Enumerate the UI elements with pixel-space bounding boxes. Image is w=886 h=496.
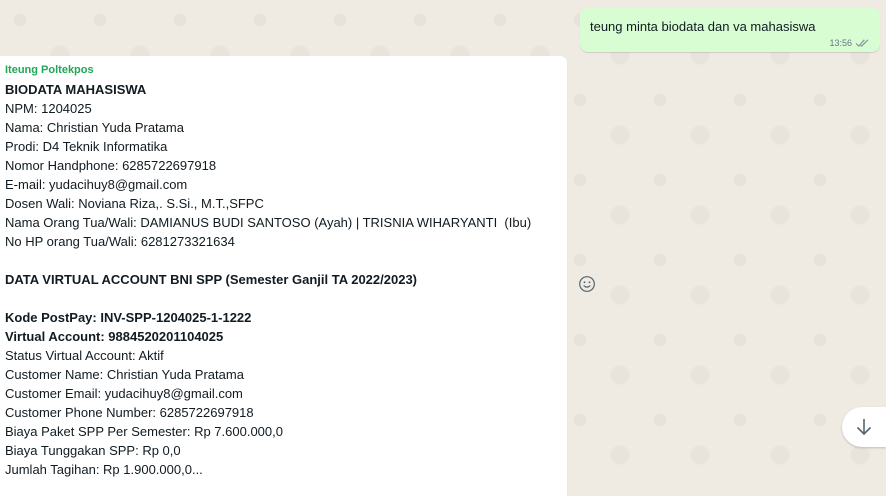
message-meta: 13:56 [829,38,870,48]
message-line: Biaya Paket SPP Per Semester: Rp 7.600.0… [5,424,283,439]
message-line: NPM: 1204025 [5,101,92,116]
arrow-down-icon [856,419,872,436]
sender-name: Iteung Poltekpos [5,64,94,76]
message-line: E-mail: yudacihuy8@gmail.com [5,177,188,192]
message-line: Customer Phone Number: 6285722697918 [5,405,254,420]
message-line: BIODATA MAHASISWA [5,82,147,97]
message-line: Biaya Tunggakan SPP: Rp 0,0 [5,443,181,458]
message-line: Customer Name: Christian Yuda Pratama [5,367,244,382]
outgoing-message-text: teung minta biodata dan va mahasiswa [589,19,816,34]
emoji-icon-glyph [579,276,595,292]
message-line: Jumlah Tagihan: Rp 1.900.000,0... [5,462,203,477]
message-line: Nama Orang Tua/Wali: DAMIANUS BUDI SANTO… [5,215,532,230]
message-line: Virtual Account: 9884520201104025 [5,329,224,344]
message-line: Status Virtual Account: Aktif [5,348,164,363]
emoji-icon[interactable] [578,275,596,293]
incoming-message[interactable]: Iteung Poltekpos BIODATA MAHASISWA NPM: … [0,56,567,496]
message-line: DATA VIRTUAL ACCOUNT BNI SPP (Semester G… [5,272,418,287]
message-time: 13:56 [829,38,852,48]
message-line: Nomor Handphone: 6285722697918 [5,158,217,173]
message-line: Prodi: D4 Teknik Informatika [5,139,168,154]
double-check-icon [855,39,869,48]
message-line: Dosen Wali: Noviana Riza,. S.Si., M.T.,S… [5,196,264,211]
scroll-to-bottom-button[interactable] [842,407,886,447]
message-line: Customer Email: yudacihuy8@gmail.com [5,386,243,401]
message-line: No HP orang Tua/Wali: 6281273321634 [5,234,235,249]
outgoing-message[interactable]: teung minta biodata dan va mahasiswa 13:… [579,8,880,52]
message-line: Kode PostPay: INV-SPP-1204025-1-1222 [5,310,252,325]
message-line: Nama: Christian Yuda Pratama [5,120,184,135]
